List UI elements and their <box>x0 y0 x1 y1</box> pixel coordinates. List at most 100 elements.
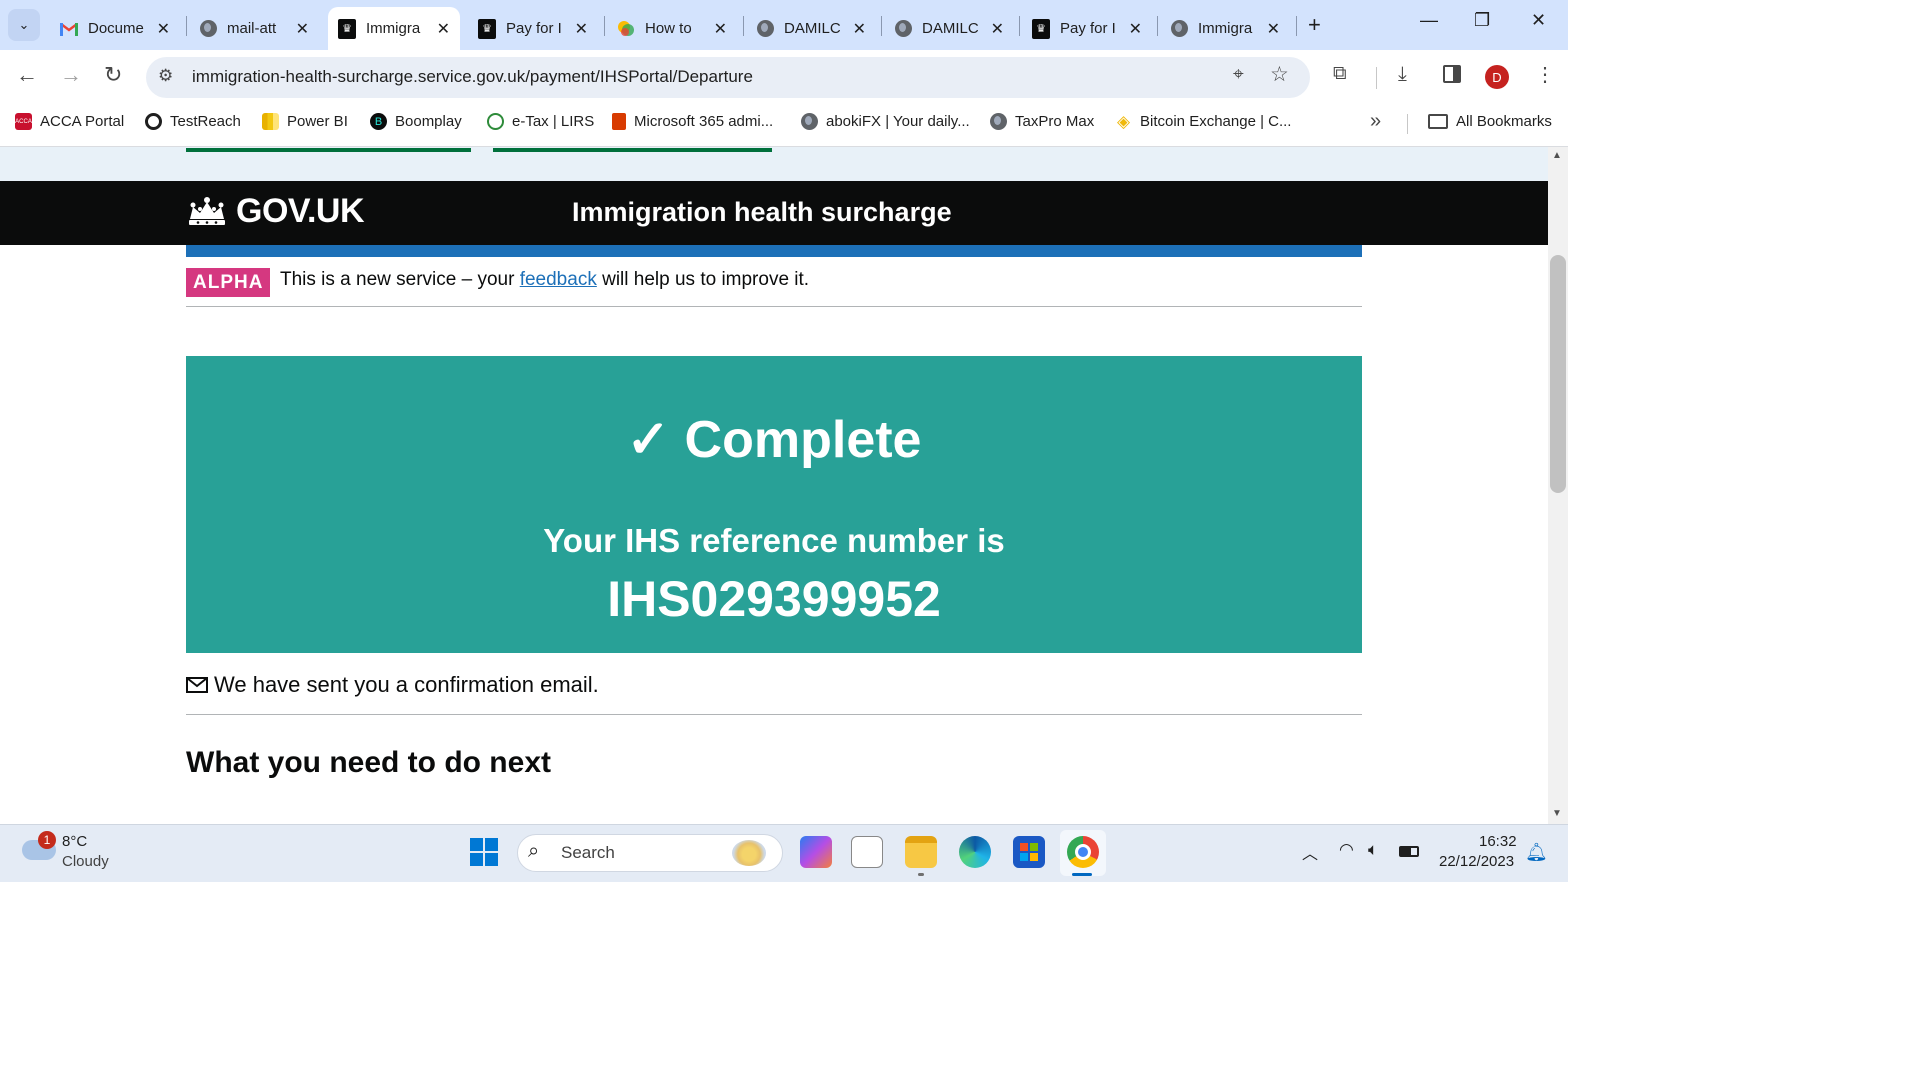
location-pin-icon[interactable]: ⌖ <box>1233 64 1244 86</box>
green-button-edge <box>493 148 772 152</box>
window-close-button[interactable]: ✕ <box>1531 10 1546 31</box>
extensions-icon[interactable]: ⧉ <box>1333 63 1347 85</box>
download-icon[interactable]: ⤓ <box>1398 63 1407 86</box>
close-icon[interactable]: ✕ <box>296 19 309 39</box>
chrome-icon-center <box>1075 844 1091 860</box>
tab-title: Immigra <box>1198 20 1253 37</box>
bookmark-label: ACCA Portal <box>40 113 125 130</box>
volume-icon[interactable]: 🔈︎ <box>1368 840 1378 860</box>
bookmarks-overflow-button[interactable]: » <box>1370 110 1381 133</box>
bookmark-label: TestReach <box>170 113 241 130</box>
reference-label: Your IHS reference number is <box>543 522 1005 559</box>
alpha-tag: ALPHA <box>186 268 271 297</box>
tab-title: How to <box>645 20 692 37</box>
close-icon[interactable]: ✕ <box>991 19 1004 39</box>
colorful-icon <box>617 20 635 38</box>
close-icon[interactable]: ✕ <box>1267 19 1280 39</box>
bookmark-power-bi[interactable]: Power BI <box>262 113 348 130</box>
profile-avatar[interactable]: D <box>1485 65 1509 89</box>
weather-desc[interactable]: Cloudy <box>62 853 109 870</box>
browser-tab[interactable]: ♛ Pay for I ✕ <box>468 7 598 50</box>
power-bi-icon <box>262 113 279 130</box>
scroll-up-arrow[interactable]: ▲ <box>1552 150 1562 161</box>
globe-icon <box>199 20 217 38</box>
close-icon[interactable]: ✕ <box>575 19 588 39</box>
feedback-link[interactable]: feedback <box>520 269 597 290</box>
clock-date[interactable]: 22/12/2023 <box>1439 853 1514 870</box>
bookmark-boomplay[interactable]: B Boomplay <box>370 113 462 130</box>
weather-temp[interactable]: 8°C <box>62 833 87 850</box>
chevron-up-icon[interactable]: ︿ <box>1302 840 1318 864</box>
bookmark-label: Power BI <box>287 113 348 130</box>
service-name[interactable]: Immigration health surcharge <box>572 197 952 228</box>
clock-time[interactable]: 16:32 <box>1479 833 1517 850</box>
browser-tab[interactable]: How to ✕ <box>607 7 737 50</box>
bookmark-acca-portal[interactable]: ACCA ACCA Portal <box>15 113 124 130</box>
browser-tab[interactable]: DAMILC ✕ <box>746 7 876 50</box>
tab-title: Immigra <box>366 20 421 37</box>
back-button[interactable]: ← <box>16 62 38 88</box>
tab-search-button[interactable]: ⌄ <box>8 9 40 41</box>
close-icon[interactable]: ✕ <box>157 19 170 39</box>
battery-icon[interactable] <box>1399 846 1419 857</box>
menu-icon[interactable]: ⋮ <box>1535 62 1555 87</box>
boomplay-icon: B <box>370 113 387 130</box>
search-placeholder: Search <box>561 843 615 862</box>
bookmark-star-icon[interactable]: ☆ <box>1270 62 1289 87</box>
bookmark-taxpro-max[interactable]: TaxPro Max <box>990 113 1094 130</box>
bookmark-label: abokiFX | Your daily... <box>826 113 970 130</box>
browser-tab[interactable]: mail-att ✕ <box>189 7 319 50</box>
tab-title: DAMILC <box>784 20 840 37</box>
lirs-icon <box>487 113 504 130</box>
tab-title: DAMILC <box>922 20 978 37</box>
site-info-icon[interactable]: ⚙ <box>158 66 173 86</box>
wifi-icon[interactable]: ◠ <box>1339 840 1354 860</box>
bookmark-label: Bitcoin Exchange | C... <box>1140 113 1292 130</box>
browser-tab[interactable]: Immigra ✕ <box>1160 7 1290 50</box>
globe-icon <box>990 113 1007 130</box>
microsoft-store-icon[interactable] <box>1013 836 1045 868</box>
all-bookmarks-button[interactable]: All Bookmarks <box>1428 113 1552 130</box>
scrollbar-thumb[interactable] <box>1550 255 1566 493</box>
scroll-down-arrow[interactable]: ▼ <box>1552 808 1562 819</box>
task-view-icon[interactable] <box>851 836 883 868</box>
close-icon[interactable]: ✕ <box>1129 19 1142 39</box>
close-icon[interactable]: ✕ <box>714 19 727 39</box>
bookmark-label: TaxPro Max <box>1015 113 1095 130</box>
bookmark-label: Boomplay <box>395 113 462 130</box>
bookmarks-divider <box>1407 114 1408 134</box>
browser-tab[interactable]: DAMILC ✕ <box>884 7 1014 50</box>
browser-tab[interactable]: Docume ✕ <box>50 7 180 50</box>
copilot-icon[interactable] <box>800 836 832 868</box>
bookmark-etax-lirs[interactable]: e-Tax | LIRS <box>487 113 594 130</box>
windows-start-icon[interactable] <box>470 838 498 866</box>
green-button-edge <box>186 148 471 152</box>
bookmark-microsoft-365[interactable]: Microsoft 365 admi... <box>612 113 773 130</box>
folder-icon <box>1428 114 1448 129</box>
close-icon[interactable]: ✕ <box>437 19 450 39</box>
header-blue-bar <box>186 245 1362 257</box>
url-text[interactable]: immigration-health-surcharge.service.gov… <box>192 67 753 87</box>
bookmark-testreach[interactable]: TestReach <box>145 113 241 130</box>
forward-button[interactable]: → <box>60 62 82 88</box>
new-tab-button[interactable]: + <box>1308 12 1321 38</box>
restore-button[interactable]: ❐ <box>1474 10 1490 31</box>
gmail-icon <box>60 20 78 38</box>
browser-tab-active[interactable]: ♛ Immigra ✕ <box>328 7 460 50</box>
close-icon[interactable]: ✕ <box>853 19 866 39</box>
minimize-button[interactable]: — <box>1420 10 1438 31</box>
browser-tab[interactable]: ♛ Pay for I ✕ <box>1022 7 1152 50</box>
file-explorer-icon[interactable] <box>905 836 937 868</box>
profile-initial: D <box>1492 69 1502 85</box>
side-panel-icon[interactable] <box>1443 65 1461 83</box>
chevron-down-icon: ⌄ <box>18 17 30 32</box>
bookmark-abokifx[interactable]: abokiFX | Your daily... <box>801 113 970 130</box>
govuk-logo[interactable]: GOV.UK <box>186 192 365 231</box>
phase-text-before: This is a new service – your <box>280 269 520 290</box>
edge-icon[interactable] <box>959 836 991 868</box>
reload-button[interactable]: ↻ <box>104 62 122 88</box>
notification-bell-icon[interactable]: 🔔︎ <box>1525 842 1548 863</box>
bookmark-bitcoin-exchange[interactable]: ◈ Bitcoin Exchange | C... <box>1115 113 1292 130</box>
confirmation-panel: ✓ Complete Your IHS reference number is … <box>186 356 1362 653</box>
panel-title: ✓ Complete <box>626 411 922 469</box>
